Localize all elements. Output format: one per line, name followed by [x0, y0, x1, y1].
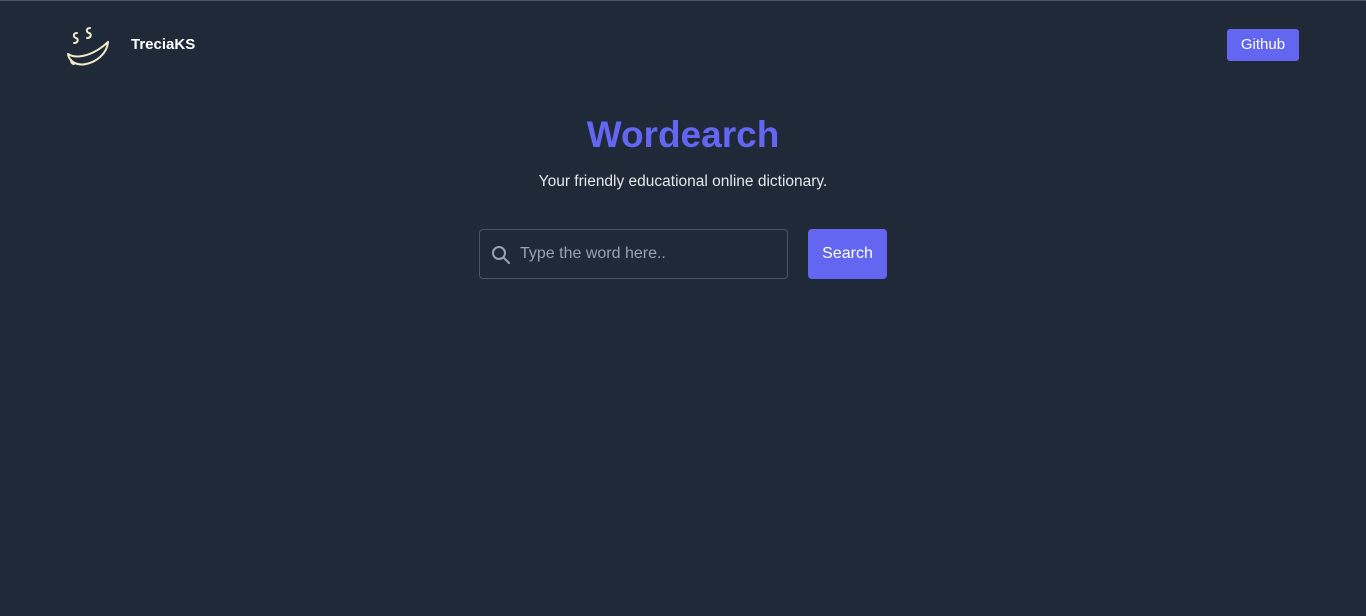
page-subtitle: Your friendly educational online diction… [538, 173, 828, 190]
site-header: TreciaKS Github [0, 0, 1366, 90]
search-field[interactable] [479, 229, 788, 279]
steaming-bowl-icon[interactable] [64, 24, 112, 70]
search-input[interactable] [520, 230, 782, 278]
github-button[interactable]: Github [1227, 29, 1299, 61]
page-title: Wordearch [586, 114, 780, 155]
brand-name[interactable]: TreciaKS [131, 36, 195, 54]
search-button[interactable]: Search [808, 229, 887, 279]
search-icon [491, 245, 511, 265]
